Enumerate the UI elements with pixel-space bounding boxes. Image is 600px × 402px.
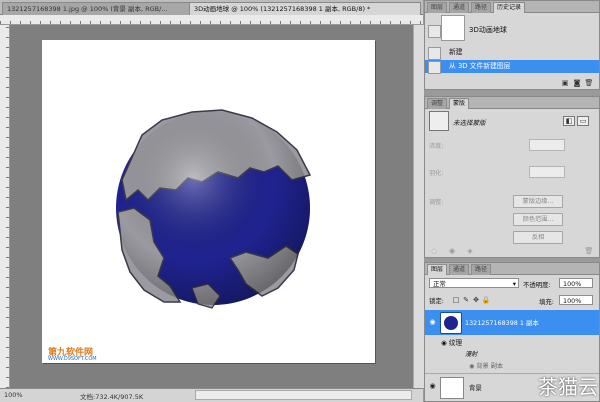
eye-icon[interactable]: ◉ (428, 318, 437, 327)
layer-name: 1321257168398 1 副本 (465, 319, 539, 327)
lock-image-icon[interactable]: ✎ (461, 296, 471, 304)
tab-channels-mini[interactable]: 通道 (449, 2, 470, 13)
tab-paths-mini[interactable]: 路径 (471, 2, 492, 13)
layer-thumbnail (440, 377, 464, 399)
lock-position-icon[interactable]: ✥ (471, 296, 481, 304)
document-tab-bar: 1321257168398 1.jpg @ 100% (背景 副本, RGB/.… (0, 0, 423, 15)
mask-title: 未选择蒙版 (453, 119, 486, 127)
feather-label: 羽化: (429, 170, 444, 177)
lock-icon[interactable]: 🔒 (481, 296, 491, 304)
refine-label: 调整: (429, 199, 444, 206)
lock-label: 锁定: (429, 297, 444, 305)
tab-layers[interactable]: 图层 (427, 264, 448, 275)
apply-mask-icon[interactable]: ◈ (465, 247, 475, 255)
density-field (529, 139, 565, 151)
history-source-box[interactable] (428, 61, 441, 74)
camera-icon[interactable]: ◙ (572, 79, 582, 87)
layer-name: 背景 (469, 384, 482, 392)
vertical-scrollbar[interactable] (413, 25, 424, 388)
layer-sub-label: 纹理 (448, 339, 463, 347)
blend-mode-select[interactable]: 正常 ▾ (429, 278, 519, 288)
document-tab-2[interactable]: 3D动画地球 @ 100% (1321257168398 1 副本, RGB/8… (189, 2, 421, 15)
load-selection-icon[interactable]: ◌ (429, 247, 439, 255)
site-url: WWW.D9SOFT.COM (48, 356, 97, 362)
layer-row-selected[interactable]: ◉ 1321257168398 1 副本 (425, 310, 599, 335)
layer-sub-label: 背景 副本 (476, 363, 504, 370)
fill-label: 填充: (539, 298, 554, 306)
history-item-selected[interactable]: 从 3D 文件新建图层 (425, 60, 599, 74)
chevron-down-icon: ▾ (512, 280, 516, 288)
document-tab-1-label: 1321257168398 1.jpg @ 100% (背景 副本, RGB/.… (7, 5, 168, 13)
horizontal-scrollbar[interactable] (195, 390, 412, 400)
new-document-icon[interactable]: ▣ (560, 79, 570, 87)
tab-layers-mini[interactable]: 图层 (427, 2, 448, 13)
opacity-label: 不透明度: (523, 281, 551, 289)
vertical-ruler[interactable] (0, 25, 10, 388)
eye-icon[interactable]: ◉ (441, 339, 449, 347)
layer-thumbnail (440, 312, 462, 334)
density-label: 浓度: (429, 143, 444, 150)
zoom-level[interactable]: 100% (4, 391, 23, 399)
layer-sub-label: 漫射 (465, 351, 478, 358)
doc-size: 文档:732.4K/907.5K (80, 393, 144, 401)
history-source-box[interactable] (428, 47, 441, 60)
feather-field (529, 166, 565, 178)
pixel-mask-icon[interactable]: ◧ (563, 116, 575, 126)
trash-icon[interactable]: 🗑 (584, 79, 594, 87)
tab-adjustments[interactable]: 调整 (427, 98, 448, 109)
masks-panel: 调整 蒙版 未选择蒙版 ◧ ▭ 浓度: 羽化: 调整: 蒙版边缘... 颜色范围… (424, 96, 600, 258)
document-tab-1[interactable]: 1321257168398 1.jpg @ 100% (背景 副本, RGB/.… (2, 2, 194, 15)
blend-mode-value: 正常 (433, 280, 446, 288)
tab-paths[interactable]: 路径 (471, 264, 492, 275)
globe-illustration (116, 109, 312, 309)
snapshot-source-box[interactable] (428, 25, 441, 38)
tab-masks[interactable]: 蒙版 (449, 98, 470, 109)
layer-sub-item[interactable]: ◉ 纹理 (441, 337, 462, 347)
document-tab-2-label: 3D动画地球 @ 100% (1321257168398 1 副本, RGB/8… (194, 5, 371, 13)
vector-mask-icon[interactable]: ▭ (577, 116, 589, 126)
mask-thumbnail[interactable] (429, 111, 449, 131)
trash-icon[interactable]: 🗑 (584, 247, 594, 255)
layer-sub-item[interactable]: ◉ 背景 副本 (469, 361, 503, 370)
history-item-label: 从 3D 文件新建图层 (449, 62, 511, 70)
snapshot-thumbnail[interactable] (441, 15, 465, 41)
color-range-button[interactable]: 颜色范围... (513, 213, 563, 226)
document-canvas[interactable]: 第九软件网 WWW.D9SOFT.COM (42, 40, 375, 363)
history-item[interactable]: 新建 (425, 46, 599, 60)
mask-edge-button[interactable]: 蒙版边缘... (513, 195, 563, 208)
eye-icon[interactable]: ◉ (447, 247, 457, 255)
history-panel: 图层 通道 路径 历史记录 3D动画地球 新建 从 3D 文件新建图层 ▣ ◙ … (424, 0, 600, 90)
watermark: 茶猫云 (538, 375, 598, 399)
horizontal-ruler[interactable] (0, 15, 423, 25)
opacity-field[interactable]: 100% (559, 278, 593, 288)
eye-icon[interactable]: ◉ (428, 382, 437, 391)
tab-channels[interactable]: 通道 (449, 264, 470, 275)
fill-field[interactable]: 100% (559, 295, 593, 305)
layer-sub-item[interactable]: 漫射 (465, 349, 477, 358)
snapshot-label: 3D动画地球 (469, 26, 507, 34)
history-item-label: 新建 (449, 48, 463, 56)
lock-transparent-icon[interactable]: □ (451, 296, 461, 304)
tab-history[interactable]: 历史记录 (493, 2, 526, 13)
invert-button[interactable]: 反相 (513, 231, 563, 244)
